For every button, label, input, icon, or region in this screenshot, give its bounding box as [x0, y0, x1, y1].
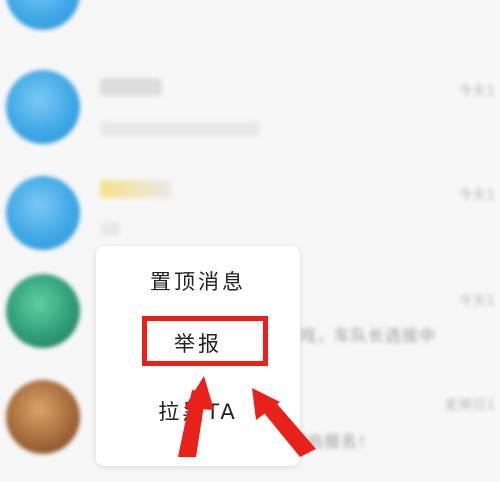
menu-item-block-user[interactable]: 拉黑TA	[96, 396, 300, 426]
highlight-box	[142, 316, 268, 366]
avatar	[6, 176, 80, 250]
message-preview: 戏，车队长选拔中	[300, 326, 437, 345]
avatar	[6, 274, 80, 348]
chat-row[interactable]: 今天1	[0, 52, 500, 162]
avatar	[6, 380, 80, 454]
menu-item-pin-message[interactable]: 置顶消息	[96, 266, 300, 296]
contact-name-blurred	[100, 180, 172, 198]
message-time: 今天1	[458, 294, 496, 309]
message-time: 今天1	[458, 84, 496, 99]
message-time: 星期日1	[444, 398, 496, 413]
avatar	[6, 0, 80, 30]
chat-row[interactable]	[0, 0, 500, 48]
message-preview-blurred	[100, 222, 120, 236]
contact-name-blurred	[100, 78, 162, 96]
avatar	[6, 70, 80, 144]
message-time: 今天1	[458, 188, 496, 203]
message-preview: 开启报名！	[290, 432, 376, 451]
message-preview-blurred	[100, 122, 260, 136]
